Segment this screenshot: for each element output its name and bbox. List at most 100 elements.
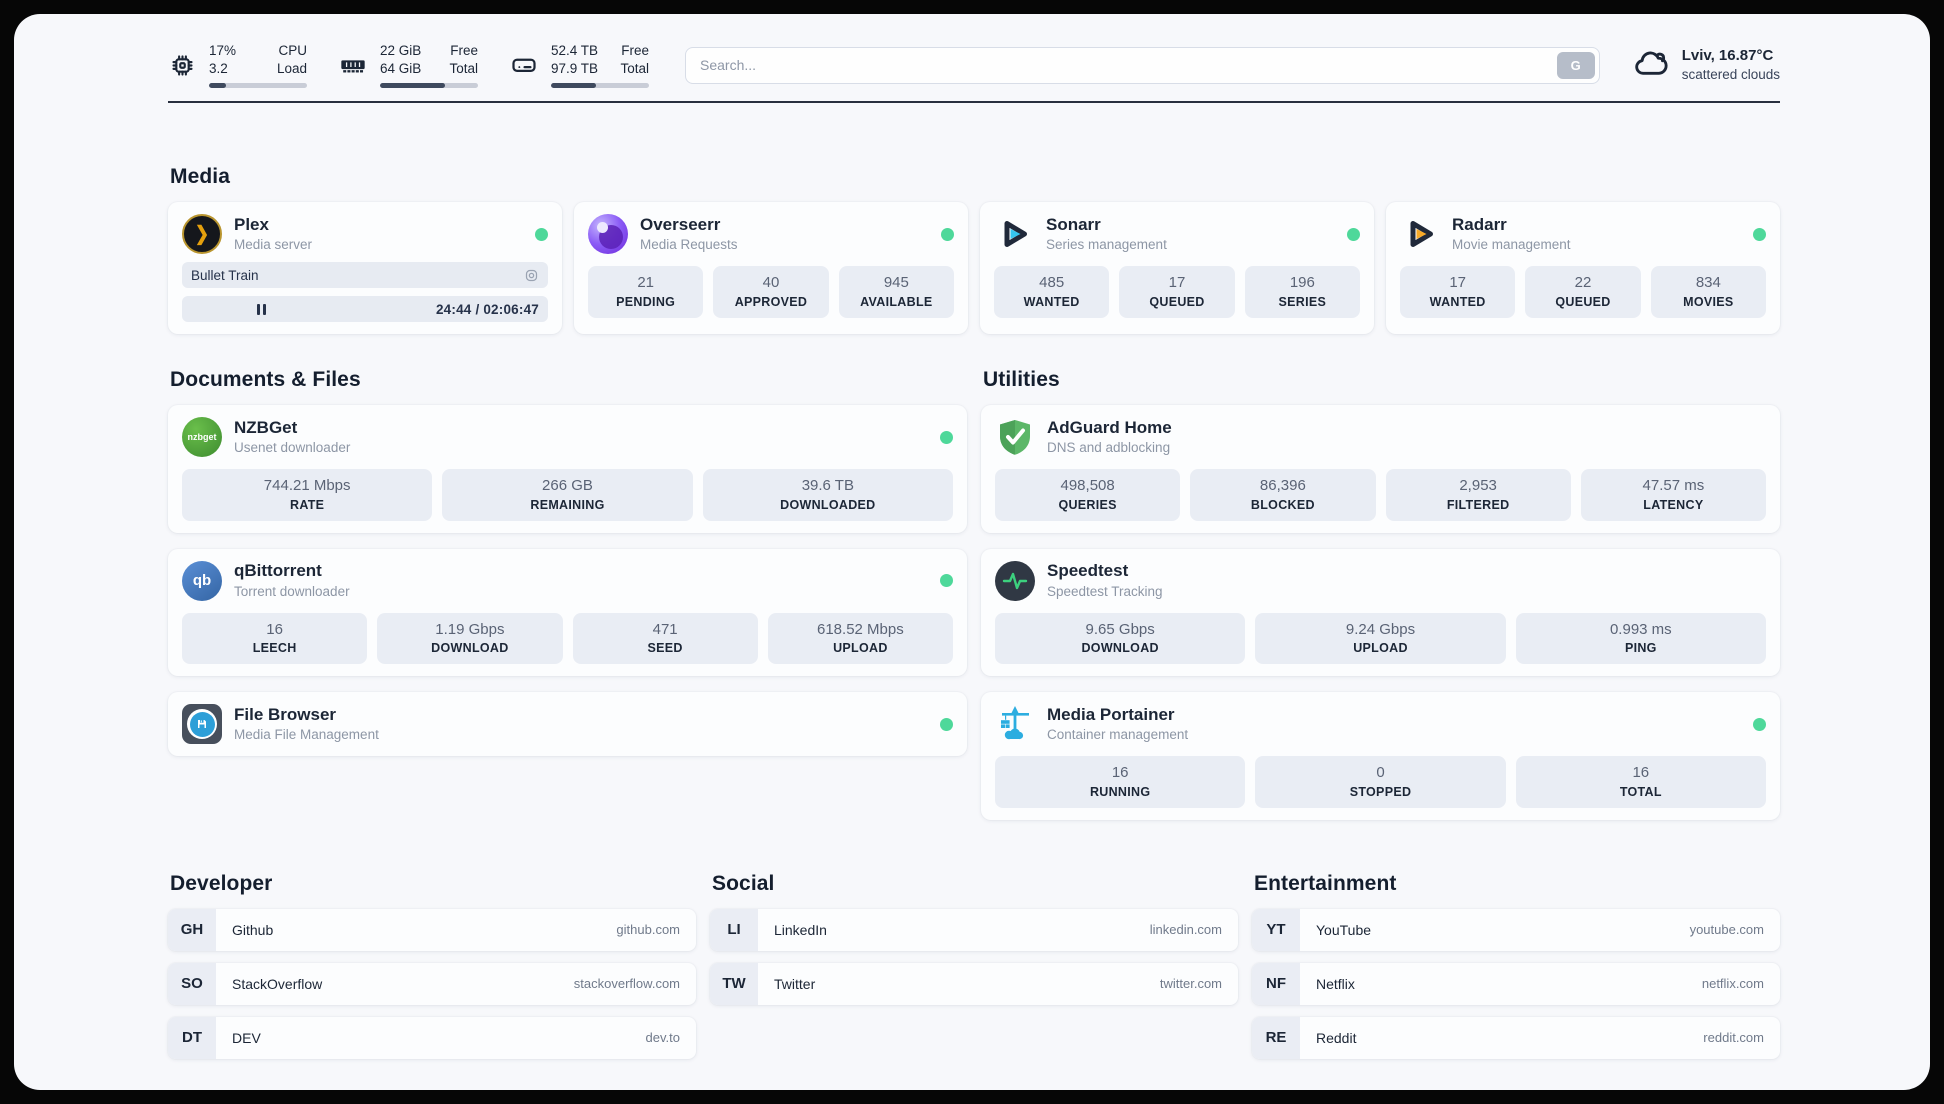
section-title-entertainment: Entertainment [1254,871,1397,895]
weather-widget: Lviv, 16.87°C scattered clouds [1632,44,1780,87]
bookmark-linkedin[interactable]: LI LinkedIn linkedin.com [710,908,1238,951]
app-card-nzbget[interactable]: nzbget NZBGet Usenet downloader 744.21 M… [168,405,967,533]
playback-time: 24:44 / 02:06:47 [435,301,539,317]
stat-tile: 471 SEED [572,612,758,664]
app-card-adguard[interactable]: AdGuard Home DNS and adblocking 498,508 … [981,405,1780,533]
bookmark-netflix[interactable]: NF Netflix netflix.com [1252,962,1780,1005]
memory-free-label: Free [450,43,478,59]
weather-condition: scattered clouds [1681,66,1780,82]
app-title: Plex [234,214,269,234]
stat-tile: 498,508 QUERIES [995,469,1181,521]
online-status-dot [1753,227,1766,241]
app-subtitle: Container management [1047,727,1189,743]
bookmark-name: Twitter [774,975,816,992]
app-card-radarr[interactable]: Radarr Movie management 17 WANTED 22 QUE… [1386,202,1780,334]
search-engine-button[interactable]: G [1556,51,1595,79]
bookmark-abbr: GH [168,908,216,951]
bookmark-group-developer: Developer GH Github github.com SO StackO… [168,872,696,1071]
cpu-load-label: Load [276,61,307,76]
bookmark-abbr: DT [168,1016,216,1059]
online-status-dot [941,227,954,241]
stat-tile: 40 APPROVED [713,266,829,318]
bookmark-abbr: NF [1252,962,1300,1005]
memory-icon [339,51,367,79]
section-title-documents: Documents & Files [170,368,361,391]
bookmark-abbr: RE [1252,1016,1300,1059]
bookmark-name: LinkedIn [774,921,827,938]
stat-tile: 744.21 Mbps RATE [182,469,433,521]
now-playing-row[interactable]: Bullet Train [182,262,548,288]
stat-tile: 0.993 ms PING [1515,612,1766,664]
app-card-plex[interactable]: ❯ Plex Media server Bullet Train 24:44 /… [168,202,562,334]
stat-tile: 22 QUEUED [1525,266,1641,318]
bookmark-reddit[interactable]: RE Reddit reddit.com [1252,1016,1780,1059]
pause-icon[interactable] [257,303,267,315]
stat-tile: 618.52 Mbps UPLOAD [767,612,953,664]
app-subtitle: Torrent downloader [234,583,350,599]
memory-progress-fill [380,82,445,88]
app-subtitle: Movie management [1452,237,1571,253]
playback-progress-row[interactable]: 24:44 / 02:06:47 [182,296,548,322]
cpu-icon [168,51,196,79]
bookmark-url: twitter.com [1159,976,1222,991]
app-title: qBittorrent [234,561,322,581]
bookmark-name: YouTube [1316,921,1372,938]
camera-icon[interactable] [524,268,539,283]
memory-total-value: 64 GiB [380,61,422,76]
stat-tile: 47.57 ms LATENCY [1580,469,1766,521]
stat-tile: 17 WANTED [1400,266,1516,318]
app-card-sonarr[interactable]: Sonarr Series management 485 WANTED 17 Q… [980,202,1374,334]
app-title: Speedtest [1047,561,1129,581]
memory-stat: 22 GiB 64 GiB Free Total [339,42,478,88]
search-container: G [685,46,1600,84]
bookmark-url: youtube.com [1689,922,1764,937]
bookmark-stackoverflow[interactable]: SO StackOverflow stackoverflow.com [168,962,696,1005]
online-status-dot [535,227,548,241]
stat-tile: 9.65 Gbps DOWNLOAD [995,612,1246,664]
bookmark-name: DEV [232,1029,261,1046]
cpu-progress-fill [209,82,226,88]
stat-tile: 16 LEECH [182,612,368,664]
qbittorrent-icon: qb [182,560,222,601]
app-title: Sonarr [1046,214,1101,234]
app-card-qbittorrent[interactable]: qb qBittorrent Torrent downloader 16 LEE… [168,548,967,676]
stat-tile: 16 RUNNING [995,756,1246,808]
filebrowser-icon [182,704,222,744]
section-title-developer: Developer [170,871,273,895]
disk-progress-fill [551,82,597,88]
bookmark-dev[interactable]: DT DEV dev.to [168,1016,696,1059]
app-subtitle: Media Requests [640,237,738,253]
section-documents: Documents & Files nzbget NZBGet Usenet d… [168,368,967,756]
header-divider [168,101,1780,103]
bookmark-twitter[interactable]: TW Twitter twitter.com [710,962,1238,1005]
section-title-media: Media [170,165,231,188]
adguard-icon [995,417,1035,457]
app-card-speedtest[interactable]: Speedtest Speedtest Tracking 9.65 Gbps D… [981,548,1780,676]
stat-tile: 2,953 FILTERED [1385,469,1571,521]
bookmark-github[interactable]: GH Github github.com [168,908,696,951]
overseerr-icon [588,214,628,254]
app-title: AdGuard Home [1047,417,1172,437]
app-card-portainer[interactable]: Media Portainer Container management 16 … [981,692,1780,820]
stat-tile: 196 SERIES [1244,266,1360,318]
app-title: File Browser [234,704,337,724]
search-input[interactable] [685,46,1600,84]
app-card-overseerr[interactable]: Overseerr Media Requests 21 PENDING 40 A… [574,202,968,334]
bookmark-name: StackOverflow [232,975,323,992]
disk-total-label: Total [620,61,649,76]
bookmark-abbr: TW [710,962,758,1005]
bookmark-abbr: YT [1252,908,1300,951]
bookmark-youtube[interactable]: YT YouTube youtube.com [1252,908,1780,951]
cloud-icon [1632,44,1670,87]
disk-progress-bar [551,82,649,88]
cpu-label: CPU [278,43,307,59]
bookmark-name: Reddit [1316,1029,1357,1046]
memory-free-value: 22 GiB [380,43,422,59]
top-bar: 17% 3.2 CPU Load 22 GiB 64 GiB Free Tota… [168,38,1780,92]
bookmark-abbr: SO [168,962,216,1005]
stat-tile: 1.19 Gbps DOWNLOAD [377,612,563,664]
app-subtitle: Speedtest Tracking [1047,583,1163,599]
app-card-filebrowser[interactable]: File Browser Media File Management [168,692,967,756]
app-subtitle: Media File Management [234,727,379,743]
section-utilities: Utilities AdGuard Home DNS and adblockin… [981,368,1780,820]
